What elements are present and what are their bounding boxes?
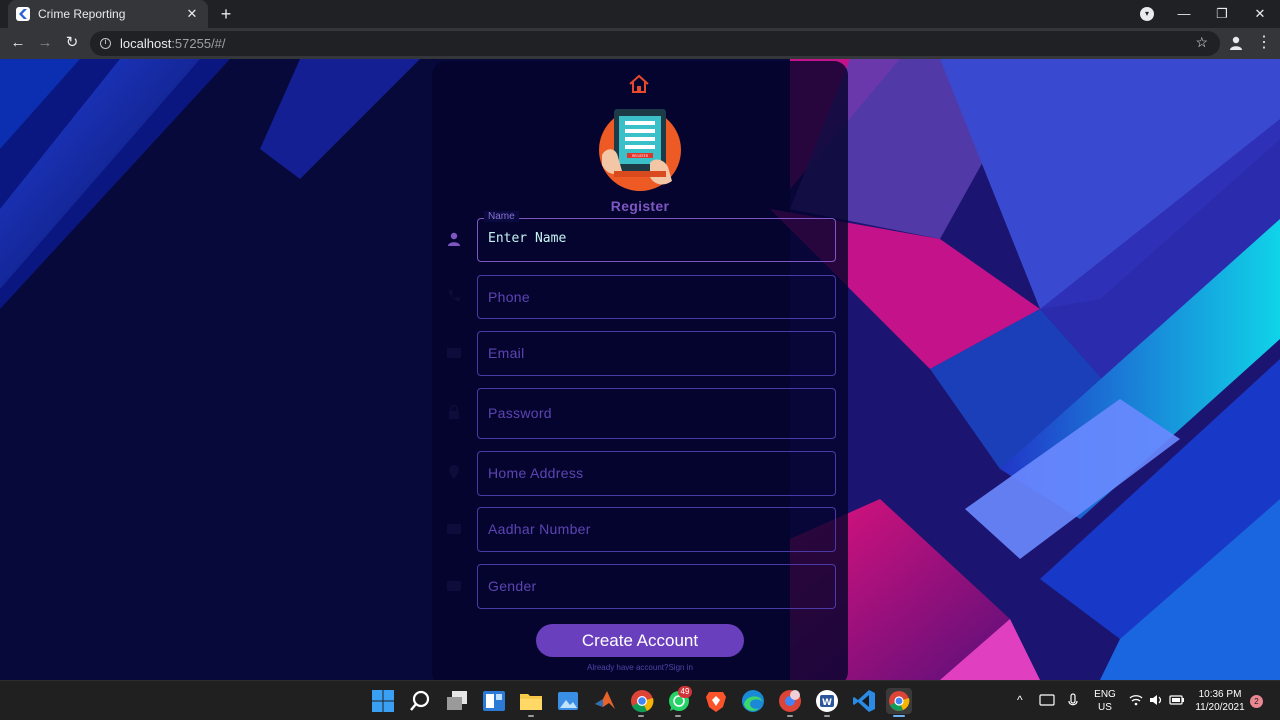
phone-field[interactable]: Phone (477, 275, 836, 319)
register-logo-icon: REGISTER (599, 109, 681, 191)
language-bottom[interactable]: US (1092, 702, 1118, 714)
svg-text:W: W (822, 698, 832, 708)
notification-count-badge[interactable]: 2 (1250, 695, 1263, 708)
photos-icon[interactable] (556, 689, 580, 713)
bookmark-star-icon[interactable]: ☆ (1195, 34, 1208, 51)
chrome-icon[interactable] (630, 689, 654, 713)
location-icon (449, 465, 459, 479)
gender-placeholder: Gender (488, 578, 537, 594)
clock-time[interactable]: 10:36 PM (1192, 689, 1248, 701)
chrome-profile-icon[interactable] (778, 689, 802, 713)
email-field[interactable]: Email (477, 331, 836, 376)
running-indicator (824, 715, 830, 717)
browser-tab-strip: Crime Reporting ✕ + ▾ — ❐ ✕ (0, 0, 1280, 28)
phone-placeholder: Phone (488, 289, 530, 305)
tab-search-icon[interactable]: ▾ (1140, 7, 1154, 21)
name-field-label: Name (484, 211, 519, 222)
whatsapp-badge: 49 (678, 686, 692, 698)
file-explorer-icon[interactable] (519, 689, 543, 713)
running-indicator (787, 715, 793, 717)
gender-icon (447, 581, 461, 591)
tab-title: Crime Reporting (38, 7, 126, 21)
minimize-button[interactable]: — (1166, 0, 1202, 28)
home-icon[interactable] (628, 73, 650, 95)
phone-icon (448, 290, 460, 302)
task-view-icon[interactable] (445, 689, 469, 713)
reload-icon[interactable]: ↻ (62, 33, 82, 53)
home-address-placeholder: Home Address (488, 465, 584, 481)
battery-icon[interactable] (1169, 693, 1185, 707)
active-indicator (893, 715, 905, 717)
clock-date[interactable]: 11/20/2021 (1192, 702, 1248, 714)
maximize-button[interactable]: ❐ (1204, 0, 1240, 28)
logo-caption: REGISTER (632, 154, 649, 158)
name-field-value: Enter Name (488, 231, 567, 246)
close-tab-icon[interactable]: ✕ (184, 6, 200, 22)
profile-icon[interactable] (1228, 35, 1244, 51)
name-field[interactable]: Name Enter Name (477, 211, 836, 262)
id-card-icon (447, 524, 461, 534)
email-icon (447, 348, 461, 358)
show-hidden-icons-icon[interactable]: ^ (1017, 693, 1023, 707)
person-icon (448, 232, 460, 246)
chrome-active-icon[interactable] (886, 688, 912, 714)
forward-arrow-icon[interactable]: → (35, 33, 55, 53)
lock-icon (449, 404, 459, 419)
wifi-icon[interactable] (1129, 693, 1143, 707)
home-address-field[interactable]: Home Address (477, 451, 836, 496)
gender-field[interactable]: Gender (477, 564, 836, 609)
running-indicator (528, 715, 534, 717)
url-path: :57255/#/ (171, 36, 226, 51)
new-tab-button[interactable]: + (216, 4, 236, 24)
matlab-icon[interactable] (593, 689, 617, 713)
browser-tab[interactable]: Crime Reporting ✕ (8, 0, 208, 28)
email-placeholder: Email (488, 345, 525, 361)
edge-icon[interactable] (741, 689, 765, 713)
back-arrow-icon[interactable]: ← (8, 33, 28, 53)
password-field[interactable]: Password (477, 388, 836, 439)
browser-toolbar: ← → ↻ i localhost :57255/#/ ☆ ⋮ (0, 28, 1280, 59)
flutter-favicon-icon (16, 7, 30, 21)
register-title: Register (610, 198, 670, 214)
windows-start-icon[interactable] (371, 689, 395, 713)
aadhar-number-placeholder: Aadhar Number (488, 521, 591, 537)
word-icon[interactable]: W (815, 689, 839, 713)
language-top[interactable]: ENG (1092, 689, 1118, 701)
sign-in-link[interactable]: Already have account?Sign in (540, 663, 740, 672)
address-bar[interactable]: i localhost :57255/#/ ☆ (90, 31, 1220, 56)
running-indicator (638, 715, 644, 717)
vscode-icon[interactable] (852, 689, 876, 713)
url-host: localhost (120, 36, 172, 51)
windows-taskbar: 49 W ^ ENG US 10:36 PM 11/20/2021 2 (0, 680, 1280, 720)
aadhar-number-field[interactable]: Aadhar Number (477, 507, 836, 552)
menu-kebab-icon[interactable]: ⋮ (1256, 32, 1272, 54)
brave-icon[interactable] (704, 689, 728, 713)
site-info-icon[interactable]: i (100, 38, 111, 49)
widgets-icon[interactable] (482, 689, 506, 713)
running-indicator (675, 715, 681, 717)
search-icon[interactable] (408, 689, 432, 713)
volume-icon[interactable] (1149, 693, 1163, 707)
create-account-button[interactable]: Create Account (536, 624, 744, 657)
password-placeholder: Password (488, 405, 552, 421)
microphone-icon[interactable] (1067, 693, 1079, 709)
close-window-button[interactable]: ✕ (1242, 0, 1278, 28)
keyboard-icon[interactable] (1039, 693, 1055, 707)
